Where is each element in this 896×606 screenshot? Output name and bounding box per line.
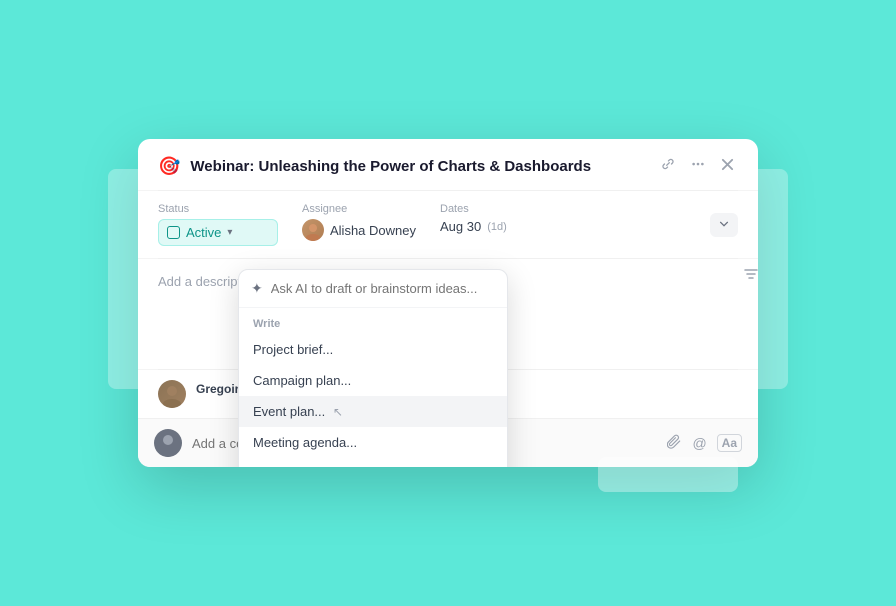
expand-button[interactable] <box>710 213 738 237</box>
dates-label: Dates <box>440 203 507 215</box>
task-modal: 🎯 Webinar: Unleashing the Power of Chart… <box>138 139 758 467</box>
assignee-avatar <box>302 219 324 241</box>
bg-decoration-bottom <box>598 457 738 492</box>
dropdown-item-meeting-agenda[interactable]: Meeting agenda... <box>239 427 507 458</box>
dropdown-item-campaign-plan[interactable]: Campaign plan... <box>239 365 507 396</box>
format-button[interactable]: Aa <box>717 434 742 452</box>
status-field: Status Active ▾ <box>158 203 302 246</box>
mention-button[interactable]: @ <box>692 435 706 451</box>
assignee-label: Assignee <box>302 203 416 215</box>
cursor-icon: ↖ <box>333 405 343 419</box>
close-button[interactable] <box>717 156 738 178</box>
status-label: Status <box>158 203 278 215</box>
status-checkbox-icon <box>167 226 180 239</box>
link-button[interactable] <box>657 155 679 178</box>
modal-body: Add a description o... ✦ Write Project b… <box>138 259 758 369</box>
header-actions <box>657 155 738 178</box>
ai-search-box: ✦ <box>239 270 507 308</box>
attach-button[interactable] <box>667 434 682 453</box>
assignee-name: Alisha Downey <box>330 223 416 238</box>
dropdown-section-write: Write <box>239 308 507 334</box>
ai-search-input[interactable] <box>271 281 495 296</box>
dates-value: Aug 30 (1d) <box>440 219 507 234</box>
assignee-field: Assignee Alisha Downey <box>302 203 440 246</box>
modal-wrapper: 🎯 Webinar: Unleashing the Power of Chart… <box>138 139 758 467</box>
ai-dropdown: ✦ Write Project brief... Campaign plan..… <box>238 269 508 467</box>
status-button[interactable]: Active ▾ <box>158 219 278 246</box>
chevron-down-icon: ▾ <box>227 227 232 238</box>
comment-avatar <box>154 429 182 457</box>
dates-date: Aug 30 <box>440 219 481 234</box>
modal-header: 🎯 Webinar: Unleashing the Power of Chart… <box>138 139 758 191</box>
status-value: Active <box>186 225 221 240</box>
dropdown-item-marketing-text[interactable]: Marketing text... <box>239 458 507 467</box>
meta-row: Status Active ▾ Assignee Alisha <box>138 191 758 259</box>
comment-actions: @ Aa <box>667 434 742 453</box>
dropdown-item-project-brief[interactable]: Project brief... <box>239 334 507 365</box>
ai-sparkle-icon: ✦ <box>251 280 263 297</box>
dropdown-item-event-plan[interactable]: Event plan... ↖ <box>239 396 507 427</box>
modal-title: Webinar: Unleashing the Power of Charts … <box>190 158 647 175</box>
task-type-icon: 🎯 <box>158 156 180 177</box>
assignee-value: Alisha Downey <box>302 219 416 241</box>
activity-avatar <box>158 380 186 408</box>
more-options-button[interactable] <box>687 155 709 178</box>
dates-field: Dates Aug 30 (1d) <box>440 203 531 246</box>
filter-icon-wrapper <box>744 267 758 286</box>
dates-duration: (1d) <box>487 221 507 233</box>
